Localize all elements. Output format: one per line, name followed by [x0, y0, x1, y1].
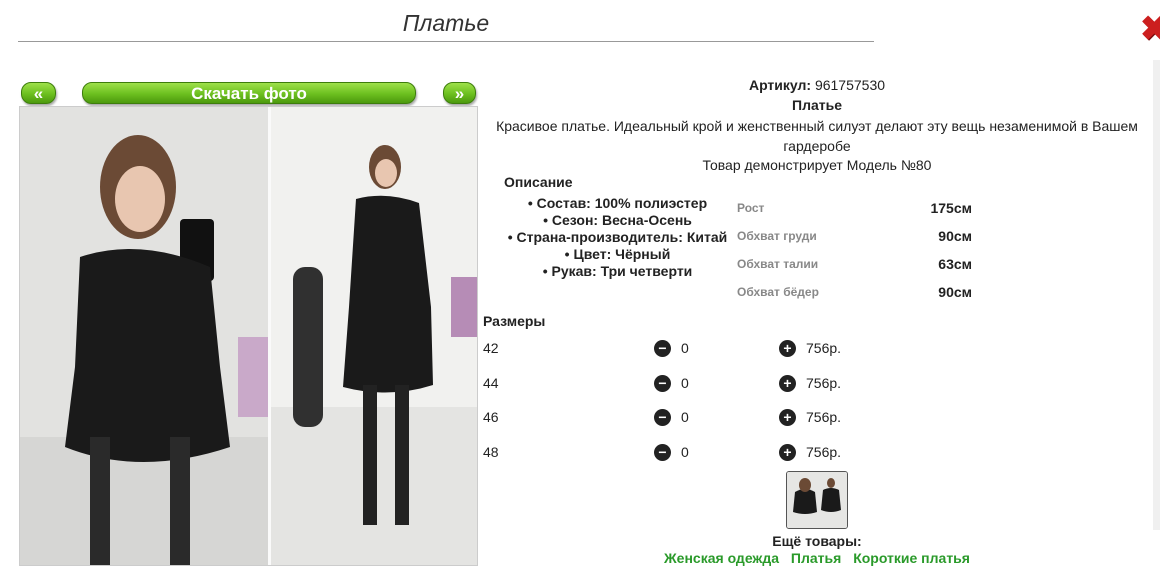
scrollbar[interactable]: [1153, 60, 1160, 530]
size-label: 44: [483, 375, 499, 391]
measure-label-bust: Обхват груди: [737, 229, 817, 243]
size-price: 756р.: [806, 409, 842, 425]
measure-label-hips: Обхват бёдер: [737, 285, 819, 299]
minus-circle-icon[interactable]: −: [654, 375, 671, 392]
feature-item: Рукав: Три четверти: [490, 263, 745, 280]
feature-item: Сезон: Весна-Осень: [490, 212, 745, 229]
size-label: 42: [483, 340, 499, 356]
size-row: 42 − 0 + 756р.: [483, 338, 883, 360]
download-photo-button[interactable]: Скачать фото: [82, 82, 416, 104]
breadcrumb: Женская одежда Платья Короткие платья: [482, 550, 1152, 566]
feature-item: Цвет: Чёрный: [490, 246, 745, 263]
prev-photo-button[interactable]: «: [21, 82, 56, 104]
plus-circle-icon[interactable]: +: [779, 409, 796, 426]
size-price: 756р.: [806, 340, 842, 356]
quantity-value: 0: [681, 375, 689, 391]
measure-value-hips: 90см: [938, 284, 972, 300]
close-icon[interactable]: ✖: [1140, 12, 1160, 46]
photo-thumbnail[interactable]: [786, 471, 848, 529]
product-name: Платье: [792, 97, 842, 113]
product-description: Красивое платье. Идеальный крой и женств…: [496, 118, 1138, 154]
photo-front: [20, 107, 268, 565]
measure-value-waist: 63см: [938, 256, 972, 272]
size-price: 756р.: [806, 444, 842, 460]
feature-item: Состав: 100% полиэстер: [490, 195, 745, 212]
model-line: Товар демонстрирует Модель №80: [702, 157, 932, 173]
article-label: Артикул:: [748, 77, 812, 93]
size-row: 46 − 0 + 756р.: [483, 407, 883, 429]
features-list: Состав: 100% полиэстер Сезон: Весна-Осен…: [490, 195, 745, 280]
product-photo[interactable]: [19, 106, 478, 566]
description-heading: Описание: [504, 174, 573, 190]
breadcrumb-link[interactable]: Женская одежда: [664, 550, 779, 566]
plus-circle-icon[interactable]: +: [779, 375, 796, 392]
minus-circle-icon[interactable]: −: [654, 444, 671, 461]
quantity-value: 0: [681, 444, 689, 460]
plus-circle-icon[interactable]: +: [779, 340, 796, 357]
breadcrumb-link[interactable]: Короткие платья: [853, 550, 970, 566]
more-products-heading: Ещё товары:: [772, 533, 862, 549]
measure-value-bust: 90см: [938, 228, 972, 244]
size-row: 44 − 0 + 756р.: [483, 373, 883, 395]
size-price: 756р.: [806, 375, 842, 391]
quantity-value: 0: [681, 409, 689, 425]
article-line: Артикул: 961757530: [482, 77, 1152, 93]
article-number: 961757530: [814, 77, 886, 93]
next-photo-button[interactable]: »: [443, 82, 476, 104]
measure-value-height: 175см: [930, 200, 972, 216]
plus-circle-icon[interactable]: +: [779, 444, 796, 461]
measure-label-waist: Обхват талии: [737, 257, 819, 271]
minus-circle-icon[interactable]: −: [654, 340, 671, 357]
title-divider: [18, 41, 874, 42]
quantity-value: 0: [681, 340, 689, 356]
size-row: 48 − 0 + 756р.: [483, 442, 883, 464]
photo-full: [271, 107, 477, 565]
minus-circle-icon[interactable]: −: [654, 409, 671, 426]
size-label: 46: [483, 409, 499, 425]
sizes-heading: Размеры: [483, 313, 546, 329]
breadcrumb-link[interactable]: Платья: [791, 550, 841, 566]
size-label: 48: [483, 444, 499, 460]
measure-label-height: Рост: [737, 201, 765, 215]
page-title: Платье: [402, 10, 490, 36]
feature-item: Страна-производитель: Китай: [490, 229, 745, 246]
